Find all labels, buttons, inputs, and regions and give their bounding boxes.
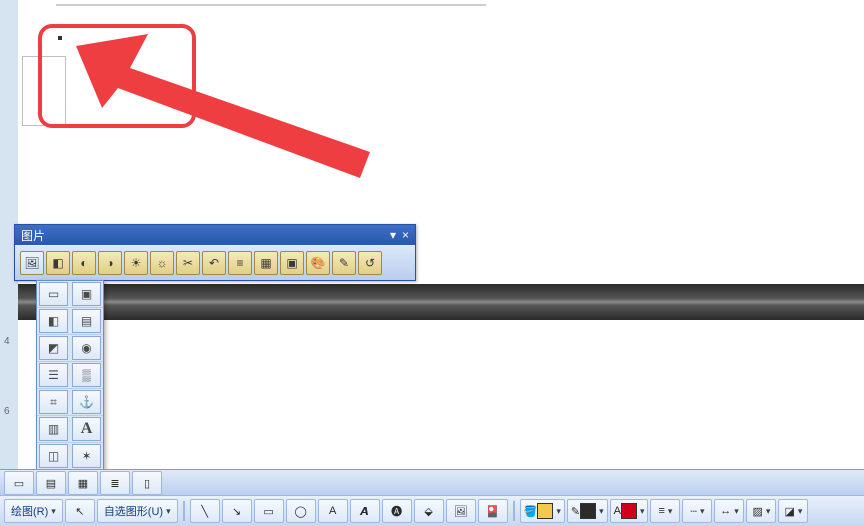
app-root: 图片 ▾ × 🖼◧◐◑☀☼✂↶≡▦▣🎨✎↺ ▭▣◧▤◩◉☰▒⌗⚓▥A◫✶ 46 … bbox=[0, 0, 864, 526]
picture-icon[interactable]: 🎴 bbox=[478, 499, 508, 523]
vertical-text-box-icon[interactable]: 𝘼 bbox=[350, 499, 380, 523]
wrap-edit-points-icon[interactable]: ▒ bbox=[72, 363, 101, 387]
wrap-in-front-icon[interactable]: ◩ bbox=[39, 336, 68, 360]
wrap-text-icon[interactable]: ▥ bbox=[39, 417, 68, 441]
color-chip bbox=[580, 503, 596, 519]
shadow-style-icon[interactable]: ▨ bbox=[746, 499, 776, 523]
less-brightness-icon[interactable]: ☼ bbox=[150, 251, 174, 275]
wrap-letter-icon[interactable]: A bbox=[72, 417, 101, 441]
wrap-anchor-icon[interactable]: ⚓ bbox=[72, 390, 101, 414]
color-chip bbox=[537, 503, 553, 519]
wrap-tight-icon[interactable]: ◧ bbox=[39, 309, 68, 333]
rotate-left-icon[interactable]: ↶ bbox=[202, 251, 226, 275]
wrap-inline-icon[interactable]: ▭ bbox=[39, 282, 68, 306]
font-color-icon[interactable]: A bbox=[610, 499, 649, 523]
wrap-through-icon[interactable]: ◉ bbox=[72, 336, 101, 360]
wrap-more-layout-icon[interactable]: ⌗ bbox=[39, 390, 68, 414]
line-icon[interactable]: ╲ bbox=[190, 499, 220, 523]
set-transparent-color-icon[interactable]: ✎ bbox=[332, 251, 356, 275]
wrap-top-bottom-icon[interactable]: ☰ bbox=[39, 363, 68, 387]
text-wrapping-dropdown[interactable]: ▭▣◧▤◩◉☰▒⌗⚓▥A◫✶ bbox=[36, 280, 104, 471]
left-ruler-marks: 46 bbox=[2, 316, 16, 474]
toolbar-options-icon[interactable]: ▾ bbox=[390, 228, 396, 242]
text-wrapping-icon[interactable]: ▣ bbox=[280, 251, 304, 275]
select-objects-icon[interactable]: ↖ bbox=[65, 499, 95, 523]
wrap-square-icon[interactable]: ▣ bbox=[72, 282, 101, 306]
insert-picture-icon[interactable]: 🖼 bbox=[20, 251, 44, 275]
fill-color-icon[interactable]: 🪣 bbox=[520, 499, 565, 523]
crop-icon[interactable]: ✂ bbox=[176, 251, 200, 275]
ruler-mark: 4 bbox=[4, 336, 10, 347]
wrap-option-a-icon[interactable]: ◫ bbox=[39, 444, 68, 468]
more-brightness-icon[interactable]: ☀ bbox=[124, 251, 148, 275]
more-contrast-icon[interactable]: ◐ bbox=[72, 251, 96, 275]
wrap-option-b-icon[interactable]: ✶ bbox=[72, 444, 101, 468]
format-picture-icon[interactable]: 🎨 bbox=[306, 251, 330, 275]
dash-style-icon[interactable]: ┄ bbox=[682, 499, 712, 523]
autoshapes-menu-button[interactable]: 自选图形(U) bbox=[97, 499, 178, 523]
line-style-icon[interactable]: ≡ bbox=[650, 499, 680, 523]
draw-menu-button[interactable]: 绘图(R) bbox=[4, 499, 63, 523]
ruler-mark: 6 bbox=[4, 406, 10, 417]
close-icon[interactable]: × bbox=[402, 228, 409, 242]
arrow-icon[interactable]: ↘ bbox=[222, 499, 252, 523]
color-icon[interactable]: ◧ bbox=[46, 251, 70, 275]
drawing-toolbar: 绘图(R)↖自选图形(U)╲↘▭◯A𝘼🅐⬙🖼🎴🪣✎A≡┄↔▨◪ bbox=[0, 495, 864, 526]
diagram-icon[interactable]: ⬙ bbox=[414, 499, 444, 523]
picture-toolbar-title: 图片 bbox=[21, 227, 45, 244]
line-style-icon[interactable]: ≡ bbox=[228, 251, 252, 275]
reading-view-icon[interactable]: ▯ bbox=[132, 471, 162, 495]
clipart-icon[interactable]: 🖼 bbox=[446, 499, 476, 523]
normal-view-icon[interactable]: ▭ bbox=[4, 471, 34, 495]
web-layout-view-icon[interactable]: ▤ bbox=[36, 471, 66, 495]
picture-toolbar-titlebar[interactable]: 图片 ▾ × bbox=[15, 225, 415, 245]
oval-icon[interactable]: ◯ bbox=[286, 499, 316, 523]
arrow-style-icon[interactable]: ↔ bbox=[714, 499, 744, 523]
color-chip bbox=[621, 503, 637, 519]
separator bbox=[513, 501, 515, 521]
view-switch-bar: ▭▤▦≣▯ bbox=[0, 469, 864, 496]
reset-picture-icon[interactable]: ↺ bbox=[358, 251, 382, 275]
picture-toolbar-row: 🖼◧◐◑☀☼✂↶≡▦▣🎨✎↺ bbox=[15, 245, 415, 280]
document-top-edge bbox=[56, 4, 486, 6]
text-box-icon[interactable]: A bbox=[318, 499, 348, 523]
separator bbox=[183, 501, 185, 521]
less-contrast-icon[interactable]: ◑ bbox=[98, 251, 122, 275]
wrap-behind-text-icon[interactable]: ▤ bbox=[72, 309, 101, 333]
wordart-icon[interactable]: 🅐 bbox=[382, 499, 412, 523]
print-layout-view-icon[interactable]: ▦ bbox=[68, 471, 98, 495]
status-strip bbox=[18, 284, 864, 320]
line-color-icon[interactable]: ✎ bbox=[567, 499, 608, 523]
outline-view-icon[interactable]: ≣ bbox=[100, 471, 130, 495]
compress-pictures-icon[interactable]: ▦ bbox=[254, 251, 278, 275]
rectangle-icon[interactable]: ▭ bbox=[254, 499, 284, 523]
cursor-dot bbox=[58, 36, 62, 40]
3d-style-icon[interactable]: ◪ bbox=[778, 499, 808, 523]
picture-toolbar[interactable]: 图片 ▾ × 🖼◧◐◑☀☼✂↶≡▦▣🎨✎↺ bbox=[14, 224, 416, 281]
